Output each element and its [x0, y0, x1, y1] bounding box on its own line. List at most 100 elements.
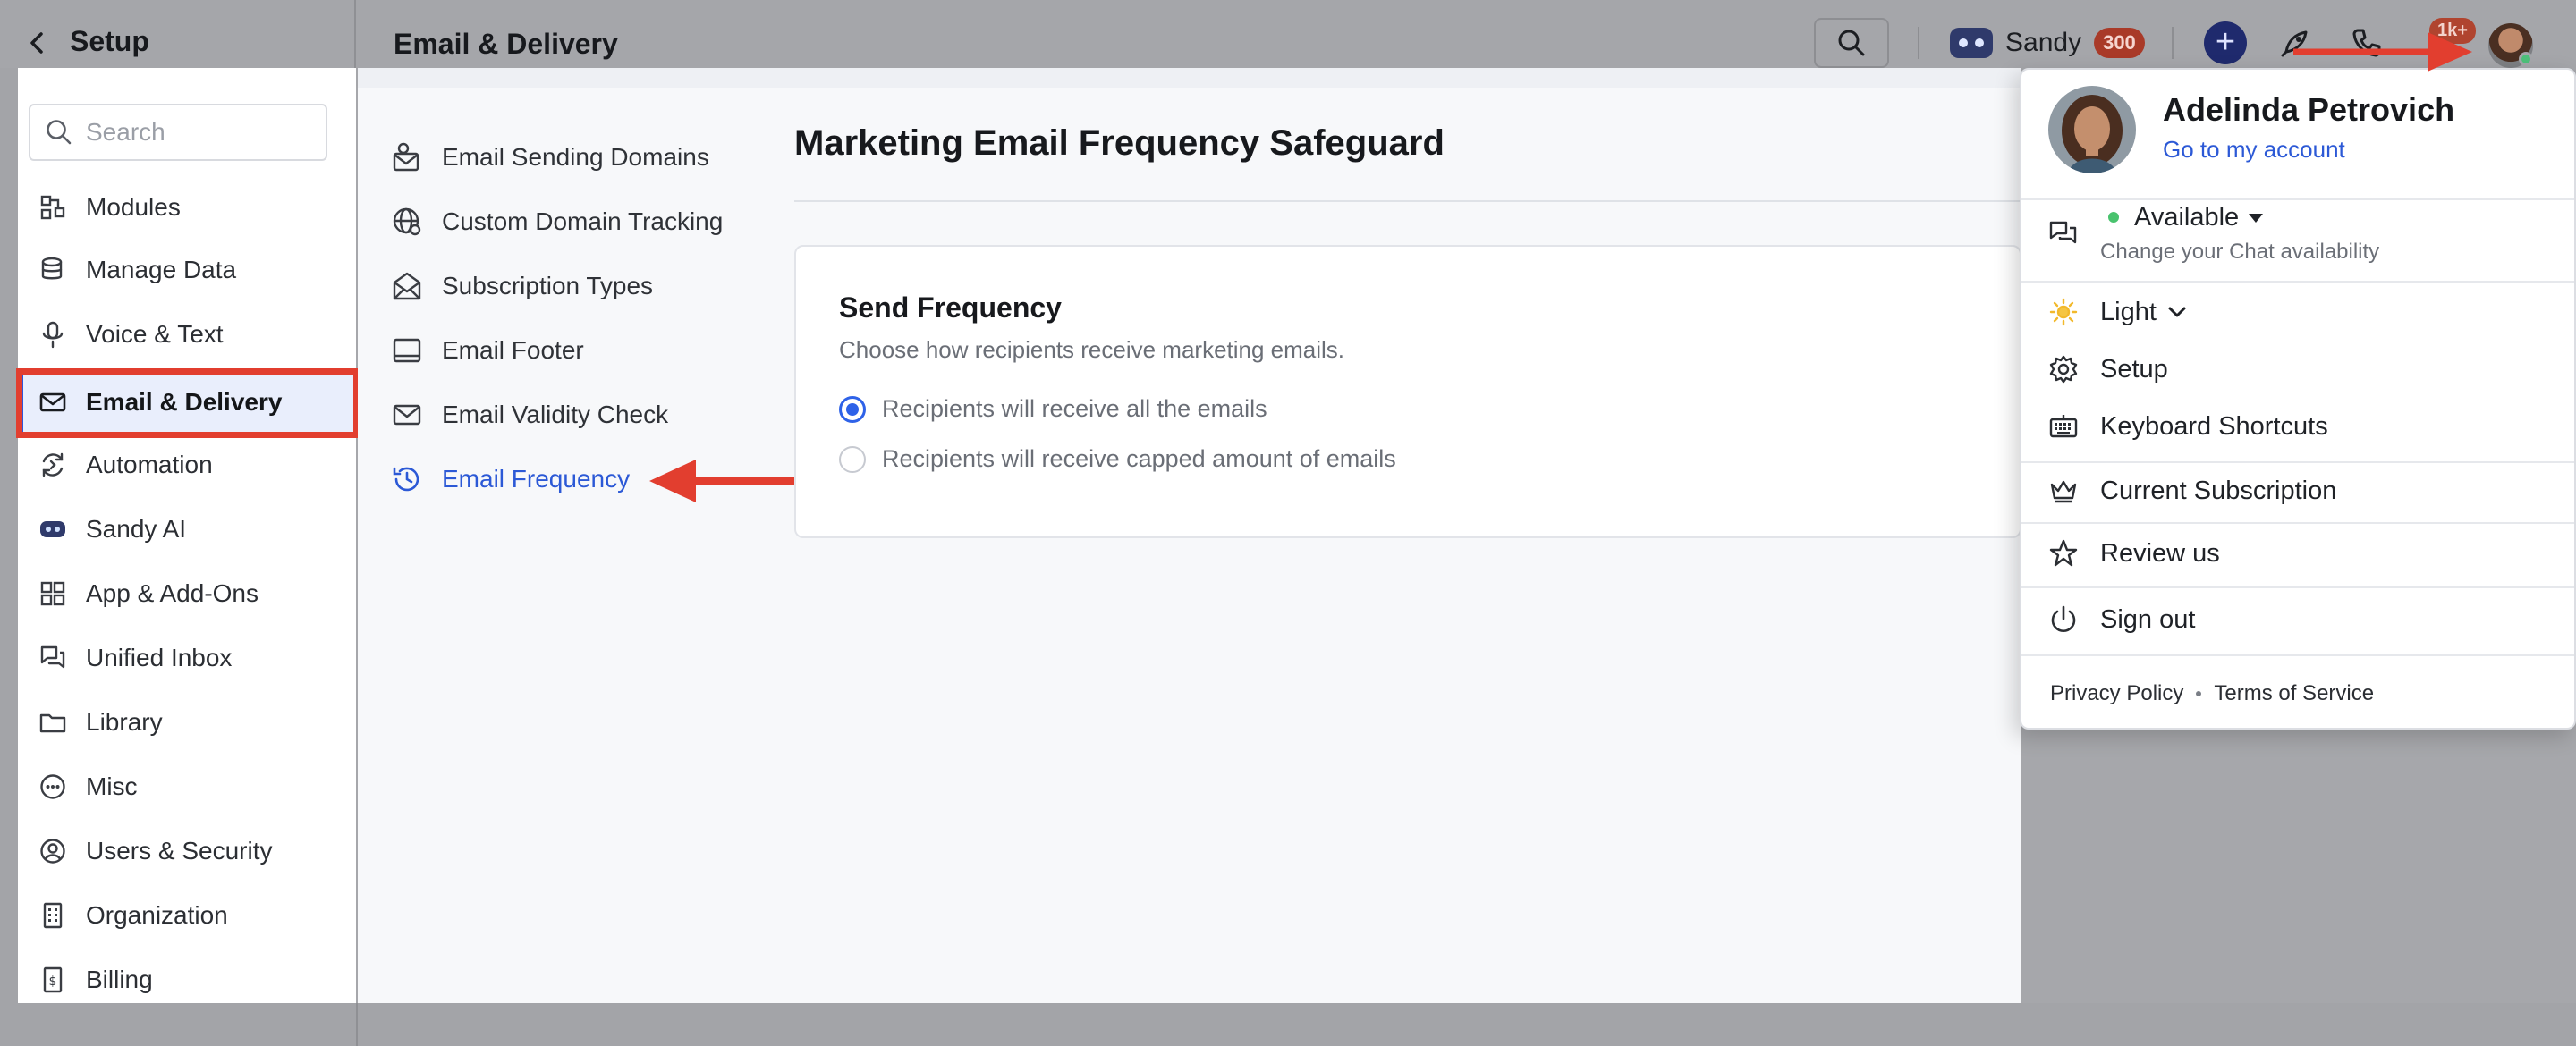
sidebar-item-voice-text[interactable]: Voice & Text	[18, 306, 356, 363]
subnav-label: Custom Domain Tracking	[442, 207, 724, 235]
sidebar-item-label: Billing	[86, 966, 153, 993]
subnav-email-validity-check[interactable]: Email Validity Check	[390, 390, 668, 440]
sidebar-item-misc[interactable]: Misc	[18, 758, 356, 815]
microphone-icon	[38, 319, 68, 350]
subnav-label: Email Frequency	[442, 465, 631, 493]
sidebar-item-apps-addons[interactable]: App & Add-Ons	[18, 565, 356, 622]
sidebar-item-label: Manage Data	[86, 256, 237, 283]
sidebar-item-label: Misc	[86, 772, 138, 800]
header-divider	[1918, 27, 1919, 59]
sandy-agent-button[interactable]: Sandy 300	[1950, 23, 2145, 63]
shortcuts-label: Keyboard Shortcuts	[2100, 411, 2328, 441]
history-icon	[390, 462, 424, 496]
menu-item-sign-out[interactable]: Sign out	[2048, 604, 2195, 635]
title-divider	[794, 200, 2021, 202]
availability-hint: Change your Chat availability	[2100, 240, 2380, 264]
menu-item-keyboard-shortcuts[interactable]: Keyboard Shortcuts	[2048, 411, 2328, 442]
sandy-count-badge: 300	[2094, 28, 2145, 58]
modules-icon	[38, 192, 68, 223]
folder-icon	[38, 707, 68, 738]
menu-item-review-us[interactable]: Review us	[2048, 538, 2220, 569]
footer-separator-dot	[2196, 691, 2202, 696]
mail-check-icon	[390, 398, 424, 432]
chat-bubbles-icon	[2048, 218, 2079, 249]
user-avatar	[2048, 86, 2136, 173]
sidebar-item-automation[interactable]: Automation	[18, 436, 356, 493]
sidebar-item-users-security[interactable]: Users & Security	[18, 822, 356, 880]
subscription-label: Current Subscription	[2100, 476, 2337, 505]
terms-of-service-link[interactable]: Terms of Service	[2214, 681, 2374, 706]
back-chevron-icon[interactable]	[21, 27, 54, 59]
svg-text:$: $	[49, 974, 57, 989]
header-divider	[2172, 27, 2174, 59]
left-gutter	[0, 68, 18, 1003]
sidebar-item-unified-inbox[interactable]: Unified Inbox	[18, 629, 356, 687]
chevron-down-icon	[2168, 307, 2186, 317]
send-frequency-card	[794, 245, 2021, 538]
sidebar-item-label: Sandy AI	[86, 515, 187, 543]
radio-button-checked[interactable]	[839, 395, 866, 423]
setup-label: Setup	[2100, 354, 2168, 384]
availability-label: Available	[2134, 203, 2240, 232]
menu-divider	[2021, 654, 2574, 656]
search-icon	[1838, 30, 1865, 56]
subnav-email-sending-domains[interactable]: Email Sending Domains	[390, 132, 709, 182]
sidebar-item-manage-data[interactable]: Manage Data	[18, 241, 356, 299]
user-name: Adelinda Petrovich	[2163, 91, 2455, 128]
setup-title[interactable]: Setup	[70, 25, 149, 58]
subnav-custom-domain-tracking[interactable]: Custom Domain Tracking	[390, 197, 723, 247]
user-circle-icon	[38, 836, 68, 866]
radio-button-unchecked[interactable]	[839, 445, 866, 473]
star-icon	[2048, 538, 2079, 569]
page-title: Marketing Email Frequency Safeguard	[794, 123, 1445, 163]
radio-label: Recipients will receive all the emails	[882, 395, 1267, 422]
menu-item-current-subscription[interactable]: Current Subscription	[2048, 476, 2336, 506]
building-icon	[38, 900, 68, 931]
sidebar-item-organization[interactable]: Organization	[18, 887, 356, 944]
sidebar-item-label: Modules	[86, 193, 181, 221]
subnav-email-footer[interactable]: Email Footer	[390, 325, 584, 375]
sidebar-item-library[interactable]: Library	[18, 694, 356, 751]
card-description: Choose how recipients receive marketing …	[839, 336, 1345, 363]
subscription-mail-icon	[390, 269, 424, 303]
menu-item-setup[interactable]: Setup	[2048, 354, 2168, 384]
sidebar-item-label: Library	[86, 708, 163, 736]
chat-bubbles-icon	[38, 643, 68, 673]
header-search-button[interactable]	[1814, 18, 1889, 68]
menu-divider	[2021, 522, 2574, 524]
radio-option-capped-emails[interactable]: Recipients will receive capped amount of…	[839, 445, 1396, 473]
availability-dot	[2108, 212, 2119, 223]
privacy-policy-link[interactable]: Privacy Policy	[2050, 681, 2183, 706]
menu-divider	[2021, 198, 2574, 200]
sidebar-item-label: Voice & Text	[86, 320, 224, 348]
theme-label: Light	[2100, 297, 2157, 326]
sidebar-search-field[interactable]	[29, 104, 327, 161]
dropdown-footer: Privacy Policy Terms of Service	[2050, 681, 2374, 706]
sidebar-item-sandy-ai[interactable]: Sandy AI	[18, 501, 356, 558]
radio-label: Recipients will receive capped amount of…	[882, 445, 1396, 472]
radio-option-all-emails[interactable]: Recipients will receive all the emails	[839, 395, 1267, 423]
automation-icon	[38, 450, 68, 480]
availability-selector[interactable]: Available	[2134, 203, 2264, 232]
go-to-account-link[interactable]: Go to my account	[2163, 136, 2345, 164]
main-top-band	[358, 68, 2021, 88]
sidebar-item-modules[interactable]: Modules	[18, 179, 356, 236]
sidebar-item-label: Automation	[86, 451, 213, 478]
bottom-strip	[0, 1003, 2576, 1046]
sidebar-search-input[interactable]	[86, 118, 318, 147]
search-icon	[47, 120, 72, 145]
menu-item-theme[interactable]: Light	[2048, 297, 2187, 327]
chat-availability-icon-wrap	[2048, 218, 2079, 249]
caret-down-icon	[2249, 213, 2264, 223]
subnav-subscription-types[interactable]: Subscription Types	[390, 261, 653, 311]
add-plus-button[interactable]: +	[2204, 21, 2247, 64]
dots-circle-icon	[38, 772, 68, 802]
sign-out-label: Sign out	[2100, 604, 2196, 634]
subnav-email-frequency[interactable]: Email Frequency	[390, 454, 630, 504]
sidebar-item-billing[interactable]: $ Billing	[18, 951, 356, 1008]
sidebar-item-label: Unified Inbox	[86, 644, 233, 671]
sending-domain-icon	[390, 140, 424, 174]
sandy-ai-icon	[1950, 28, 1993, 58]
globe-icon	[390, 205, 424, 239]
annotation-arrow-left	[649, 460, 816, 502]
